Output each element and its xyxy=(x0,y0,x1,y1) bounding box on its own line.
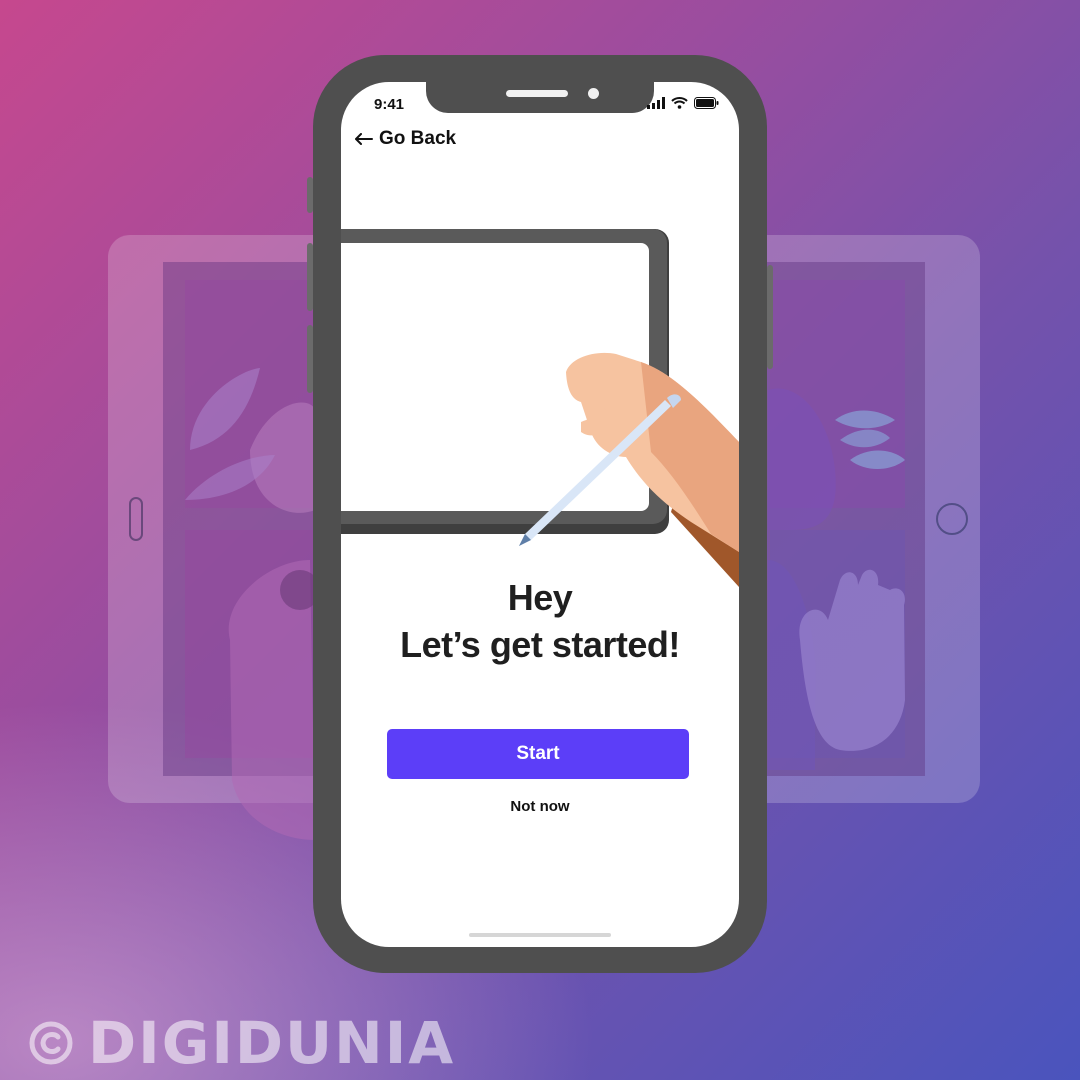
battery-icon xyxy=(694,97,719,109)
arrow-left-icon xyxy=(355,133,373,145)
go-back-label: Go Back xyxy=(379,128,457,149)
watermark: DIGIDUNIA xyxy=(28,1012,455,1074)
tablet-drawing-illustration xyxy=(341,229,739,587)
home-indicator[interactable] xyxy=(469,933,611,937)
copyright-icon xyxy=(29,1021,73,1065)
headline-line-2: Let’s get started! xyxy=(400,624,680,665)
phone-volume-up-button xyxy=(307,243,313,311)
headline-line-1: Hey xyxy=(507,577,573,618)
go-back-button[interactable]: Go Back xyxy=(355,128,456,150)
front-camera xyxy=(588,88,599,99)
phone-power-button xyxy=(767,265,773,369)
speaker-grille xyxy=(506,90,568,97)
phone-screen: 9:41 Go Back Hey Let’s get started! Star… xyxy=(341,82,739,947)
welcome-headline: Hey Let’s get started! xyxy=(341,574,739,668)
start-button[interactable]: Start xyxy=(387,729,689,779)
not-now-link[interactable]: Not now xyxy=(341,798,739,815)
phone-mute-switch xyxy=(307,177,313,213)
watermark-text: DIGIDUNIA xyxy=(88,1009,456,1077)
cellular-signal-icon xyxy=(647,97,665,109)
phone-notch xyxy=(426,82,654,113)
wifi-icon xyxy=(671,97,688,109)
status-bar-icons xyxy=(647,97,719,109)
phone-volume-down-button xyxy=(307,325,313,393)
status-bar-time: 9:41 xyxy=(374,96,405,113)
